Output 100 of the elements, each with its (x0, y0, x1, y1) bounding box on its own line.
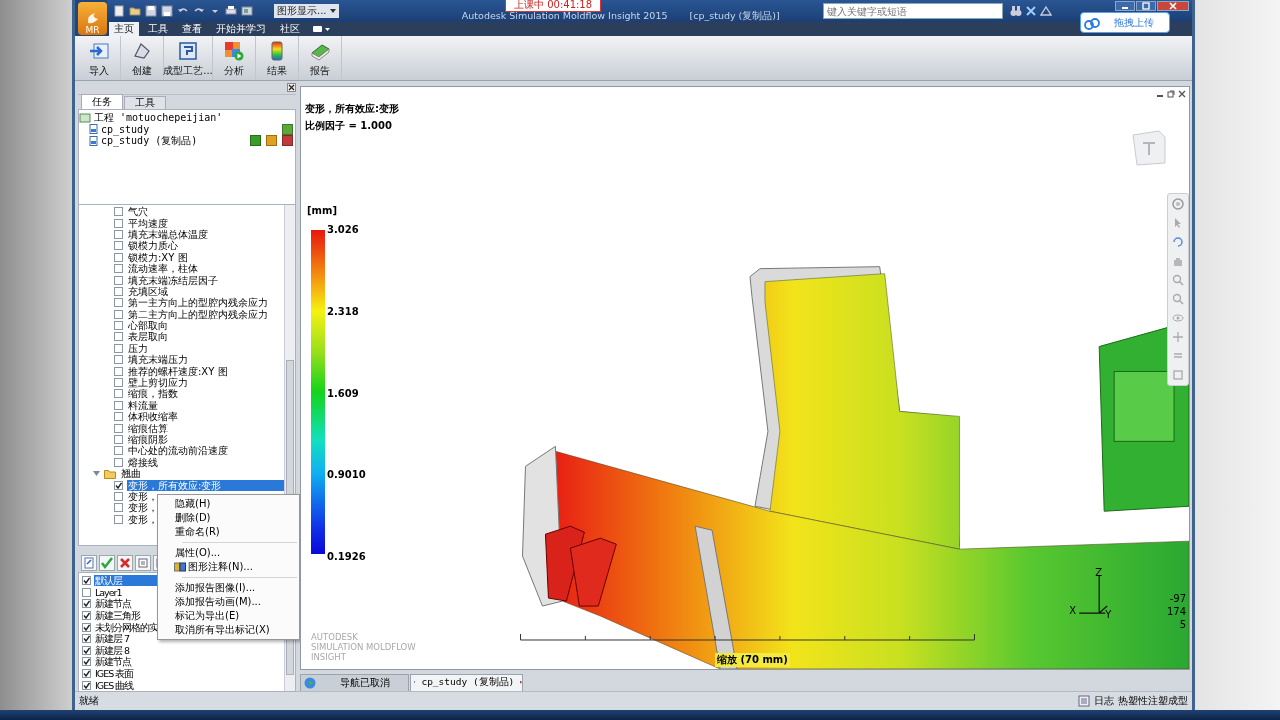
result-item[interactable]: 推荐的螺杆速度:XY 图 (127, 365, 284, 377)
minimize-button[interactable] (1115, 1, 1135, 11)
hand-icon[interactable] (1172, 255, 1184, 267)
document-tab[interactable]: 导航已取消 (300, 673, 409, 692)
result-item[interactable]: 锁模力:XY 图 (127, 251, 284, 263)
checkbox[interactable] (82, 645, 91, 655)
binoculars-icon[interactable] (1010, 5, 1022, 17)
panel-tab[interactable]: 工具 (124, 96, 166, 109)
checkbox[interactable] (114, 400, 123, 410)
result-item[interactable]: 熔接线 (127, 456, 284, 468)
layer-item[interactable]: 新建层 8 (94, 644, 235, 656)
menu-item[interactable]: 添加报告动画(M)... (158, 595, 299, 609)
checkbox[interactable] (114, 412, 123, 422)
layer-item[interactable]: IGES 表面 (94, 668, 235, 680)
checkbox[interactable] (82, 680, 91, 690)
ribbon-tab[interactable]: 查看 (177, 22, 207, 36)
status-icon[interactable] (282, 135, 293, 147)
result-item[interactable]: 填充末端总体温度 (127, 228, 284, 240)
checkbox[interactable] (82, 587, 91, 597)
status-icon[interactable] (282, 123, 293, 135)
layer-item[interactable]: IGES 曲线 (94, 679, 235, 691)
checkbox[interactable] (82, 622, 91, 632)
triangle-icon[interactable] (1040, 5, 1052, 17)
checkbox[interactable] (114, 298, 123, 308)
checkbox[interactable] (114, 435, 123, 444)
list-icon[interactable] (135, 555, 151, 571)
log-icon[interactable] (1078, 695, 1090, 707)
display-dropdown[interactable]: 图形显示... (274, 4, 339, 18)
checkbox[interactable] (114, 264, 123, 274)
upload-button[interactable]: 拖拽上传 (1080, 12, 1170, 33)
ribbon-button[interactable]: 分析 (213, 36, 256, 80)
result-item[interactable]: 缩痕阴影 (127, 434, 284, 445)
note-icon[interactable] (81, 555, 97, 571)
checkbox[interactable] (114, 252, 123, 262)
result-item[interactable]: 压力 (127, 342, 284, 354)
checkbox[interactable] (114, 503, 123, 513)
view-cube-icon[interactable] (1129, 127, 1169, 167)
checkbox[interactable] (82, 611, 91, 621)
viewport[interactable]: Z X Y 变形，所有效应:变形 比例因子 = 1.000 [mm] 3.026 2.318 1.609 0.9010 0.1926 AUTODESK SIMULATION MOLDFLOW INSIGHT 缩放 (70 mm) -97 174 5 (300, 86, 1190, 670)
ribbon-tab[interactable]: 社区 (275, 22, 305, 36)
ribbon-tab[interactable]: 工具 (143, 22, 173, 36)
pointer-icon[interactable] (1172, 217, 1184, 229)
ribbon-button[interactable]: 报告 (299, 36, 342, 80)
checkbox[interactable] (114, 241, 123, 251)
check-icon[interactable] (99, 555, 115, 571)
checkbox[interactable] (114, 321, 123, 331)
folder-icon[interactable] (129, 5, 141, 17)
checkbox[interactable] (114, 343, 123, 353)
checkbox[interactable] (114, 286, 123, 296)
eye-icon[interactable] (1172, 312, 1184, 324)
menu-item[interactable]: 标记为导出(E) (158, 609, 299, 623)
menu-item[interactable]: 重命名(R) (158, 525, 299, 539)
menu-item[interactable]: 属性(O)... (158, 546, 299, 560)
result-item[interactable]: 中心处的流动前沿速度 (127, 445, 284, 457)
document-tab[interactable]: cp_study (复制品) (410, 673, 523, 692)
menu-item[interactable]: 取消所有导出标记(X) (158, 623, 299, 637)
result-item[interactable]: 锁模力质心 (127, 240, 284, 252)
display-icon[interactable] (241, 5, 253, 17)
project-item[interactable]: 工程 'motuochepeijian' (94, 110, 223, 125)
menu-item[interactable]: 删除(D) (158, 511, 299, 525)
log-link[interactable]: 日志 (1094, 694, 1114, 708)
checkbox[interactable] (82, 657, 91, 667)
checkbox[interactable] (114, 366, 123, 376)
checkbox[interactable] (114, 389, 123, 399)
status-icon[interactable] (250, 135, 261, 147)
new-file-icon[interactable] (113, 5, 125, 17)
wheel-icon[interactable] (1172, 198, 1184, 210)
cross-icon[interactable] (1025, 5, 1037, 17)
zoom-icon[interactable] (1172, 293, 1184, 305)
panel-tab[interactable]: 任务 (81, 94, 123, 109)
ribbon-button[interactable]: 成型工艺... (164, 36, 213, 80)
checkbox[interactable] (114, 275, 123, 285)
checkbox[interactable] (114, 446, 123, 456)
result-item[interactable]: 气穴 (127, 206, 284, 218)
checkbox[interactable] (114, 480, 123, 490)
maximize-button[interactable] (1136, 1, 1156, 11)
result-item[interactable]: 第一主方向上的型腔内残余应力 (127, 297, 284, 309)
ribbon-tab[interactable]: 主页 (109, 22, 139, 36)
ribbon-tab[interactable]: 开始并学习 (211, 22, 271, 36)
checkbox[interactable] (114, 355, 123, 365)
checkbox[interactable] (114, 207, 123, 217)
result-item[interactable]: 平均速度 (127, 217, 284, 229)
menu-item[interactable]: 隐藏(H) (158, 497, 299, 511)
checkbox[interactable] (82, 669, 91, 679)
save-icon[interactable] (145, 5, 157, 17)
ribbon-button[interactable]: 创建 (121, 36, 164, 80)
layer-item[interactable]: 新建节点 (94, 656, 235, 668)
zoom-icon[interactable] (1172, 274, 1184, 286)
result-item[interactable]: 表层取向 (127, 331, 284, 343)
result-item[interactable]: 第二主方向上的型腔内残余应力 (127, 308, 284, 320)
close-button[interactable] (1157, 1, 1189, 11)
checkbox[interactable] (114, 229, 123, 239)
target-icon[interactable] (1172, 331, 1184, 343)
status-icon[interactable] (266, 135, 277, 147)
checkbox[interactable] (114, 218, 123, 228)
checkbox[interactable] (82, 634, 91, 644)
checkbox[interactable] (82, 576, 91, 586)
menu-item[interactable]: 图形注释(N)... (158, 560, 299, 574)
expand-arrow-icon[interactable] (93, 470, 100, 478)
result-item[interactable]: 壁上剪切应力 (127, 377, 284, 389)
